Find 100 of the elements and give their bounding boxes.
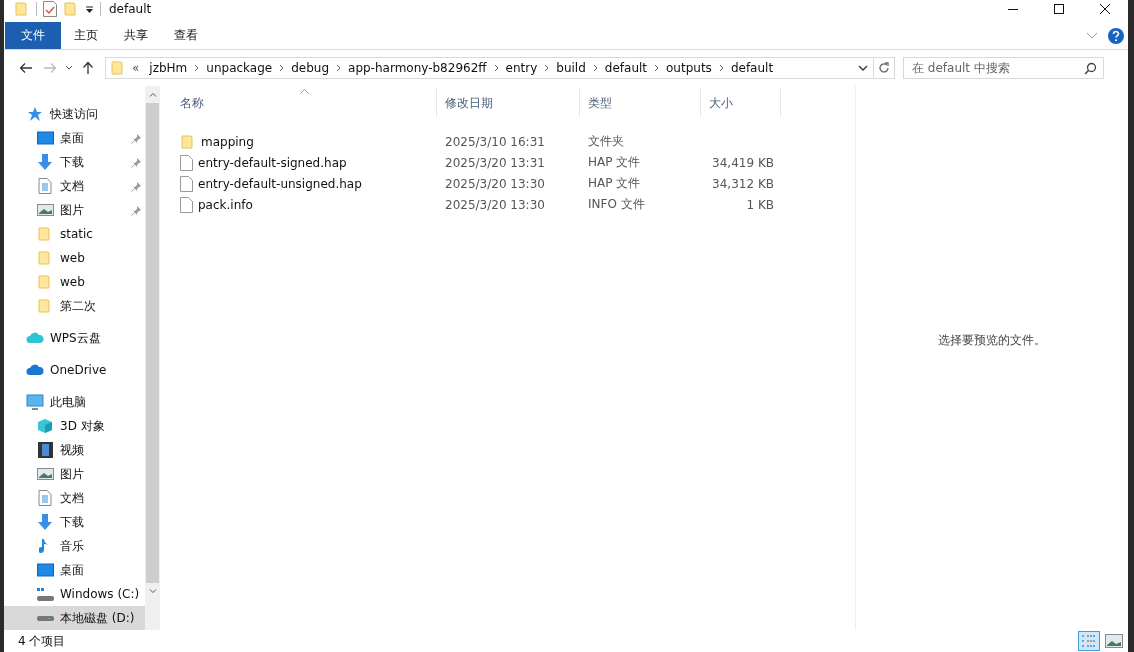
nav-item[interactable]: 此电脑 xyxy=(4,390,145,414)
cloud-icon xyxy=(26,331,44,345)
nav-item[interactable]: static xyxy=(4,222,145,246)
sort-up-icon xyxy=(300,89,309,94)
file-name[interactable]: pack.info xyxy=(198,197,253,212)
item-count: 4 个项目 xyxy=(18,632,66,650)
nav-item[interactable]: 桌面 xyxy=(4,558,145,582)
nav-item[interactable]: 下载 xyxy=(4,510,145,534)
file-name[interactable]: entry-default-signed.hap xyxy=(198,155,347,170)
monitor-icon xyxy=(36,131,54,145)
down-arrow-icon xyxy=(36,154,54,170)
chevron-down-icon[interactable] xyxy=(1086,31,1098,40)
table-cell-text: HAP 文件 xyxy=(587,154,642,171)
down-arrow-icon xyxy=(36,514,54,530)
table-cell-text: 文件夹 xyxy=(587,133,625,150)
ribbon-tab[interactable]: 查看 xyxy=(161,22,211,49)
cube-icon xyxy=(36,418,54,434)
chevron-right-icon xyxy=(193,64,201,72)
monitor-icon xyxy=(36,563,54,577)
address-bar[interactable]: « jzbHm unpackage debug app-harmony-b82962ff entry build default outputs default xyxy=(105,57,895,79)
drive-icon xyxy=(36,615,54,621)
picture-icon xyxy=(1105,634,1123,648)
nav-item[interactable]: 视频 xyxy=(4,438,145,462)
breadcrumb-segment[interactable]: default xyxy=(724,61,780,75)
pin-icon[interactable] xyxy=(131,204,142,216)
breadcrumb-segment[interactable]: default xyxy=(598,61,654,75)
nav-item[interactable]: 快速访问 xyxy=(4,102,145,126)
pin-icon[interactable] xyxy=(131,180,142,192)
breadcrumb-segment[interactable]: build xyxy=(550,61,592,75)
computer-icon xyxy=(26,394,44,410)
file-icon xyxy=(180,196,193,213)
help-icon[interactable] xyxy=(1108,27,1124,44)
nav-item[interactable]: 图片 xyxy=(4,198,145,222)
nav-item[interactable]: 本地磁盘 (D:) xyxy=(4,606,145,630)
table-cell-text: INFO 文件 xyxy=(587,196,646,213)
document-icon xyxy=(36,178,54,194)
nav-item[interactable]: 下载 xyxy=(4,150,145,174)
chevron-right-icon xyxy=(335,64,343,72)
large-icons-view-button[interactable] xyxy=(1103,631,1125,651)
pin-icon[interactable] xyxy=(131,132,142,144)
nav-item[interactable]: 第二次 xyxy=(4,294,145,318)
star-icon xyxy=(26,106,44,122)
file-name[interactable]: entry-default-unsigned.hap xyxy=(198,176,362,191)
file-icon xyxy=(180,154,193,171)
film-icon xyxy=(36,442,54,458)
breadcrumb-segment[interactable]: outputs xyxy=(660,61,718,75)
checklist-icon[interactable] xyxy=(43,1,57,17)
table-cell-text: 34,312 KB xyxy=(711,176,775,191)
nav-item[interactable]: 3D 对象 xyxy=(4,414,145,438)
column-header[interactable]: 类型 xyxy=(580,89,701,117)
ribbon-tab[interactable]: 共享 xyxy=(111,22,161,49)
breadcrumb-segment[interactable]: jzbHm xyxy=(143,61,194,75)
nav-item[interactable]: WPS云盘 xyxy=(4,326,145,350)
window-title: default xyxy=(109,2,152,16)
details-view-button[interactable] xyxy=(1078,631,1100,651)
file-icon xyxy=(180,175,193,192)
chevron-right-icon xyxy=(492,64,500,72)
nav-item[interactable]: web xyxy=(4,270,145,294)
table-cell-text: HAP 文件 xyxy=(587,175,642,192)
column-header[interactable]: 修改日期 xyxy=(437,89,580,117)
breadcrumb-segment[interactable]: unpackage xyxy=(200,61,279,75)
chevron-right-icon xyxy=(278,64,286,72)
breadcrumb-segment[interactable]: entry xyxy=(499,61,544,75)
overflow-chevron[interactable]: « xyxy=(126,61,144,75)
dropdown-icon[interactable] xyxy=(85,4,94,14)
picture-icon xyxy=(36,203,54,217)
nav-item[interactable]: OneDrive xyxy=(4,358,145,382)
picture-icon xyxy=(36,467,54,481)
folder-icon xyxy=(110,60,126,76)
nav-item[interactable]: 音乐 xyxy=(4,534,145,558)
scrollbar[interactable] xyxy=(145,86,160,630)
scroll-thumb[interactable] xyxy=(146,103,159,583)
search-field[interactable]: 在 default 中搜索 xyxy=(903,57,1104,79)
folder-icon xyxy=(14,1,30,17)
pin-icon[interactable] xyxy=(131,156,142,168)
chevron-right-icon xyxy=(591,64,599,72)
nav-item[interactable]: Windows (C:) xyxy=(4,582,145,606)
breadcrumb-segment[interactable]: app-harmony-b82962ff xyxy=(342,61,493,75)
column-header[interactable]: 大小 xyxy=(701,89,781,117)
folder-name[interactable]: mapping xyxy=(201,134,254,149)
table-cell-text: 2025/3/10 16:31 xyxy=(444,134,546,149)
nav-item[interactable]: 文档 xyxy=(4,486,145,510)
preview-message: 选择要预览的文件。 xyxy=(938,331,1046,349)
column-header[interactable]: 名称 xyxy=(172,89,437,117)
table-cell-text: 2025/3/20 13:30 xyxy=(444,176,546,191)
table-cell-text: 2025/3/20 13:30 xyxy=(444,197,546,212)
nav-item[interactable]: 图片 xyxy=(4,462,145,486)
table-cell-text: 2025/3/20 13:31 xyxy=(444,155,546,170)
document-icon xyxy=(36,490,54,506)
ribbon-tab[interactable]: 主页 xyxy=(61,22,111,49)
chevron-right-icon xyxy=(543,64,551,72)
breadcrumb-segment[interactable]: debug xyxy=(285,61,336,75)
details-view-icon xyxy=(1080,633,1098,649)
nav-item[interactable]: web xyxy=(4,246,145,270)
chevron-right-icon xyxy=(717,64,725,72)
nav-item[interactable]: 文档 xyxy=(4,174,145,198)
nav-item[interactable]: 桌面 xyxy=(4,126,145,150)
drive-icon xyxy=(36,587,54,601)
folder-icon[interactable] xyxy=(63,1,79,17)
file-menu-tab[interactable]: 文件 xyxy=(5,22,61,49)
